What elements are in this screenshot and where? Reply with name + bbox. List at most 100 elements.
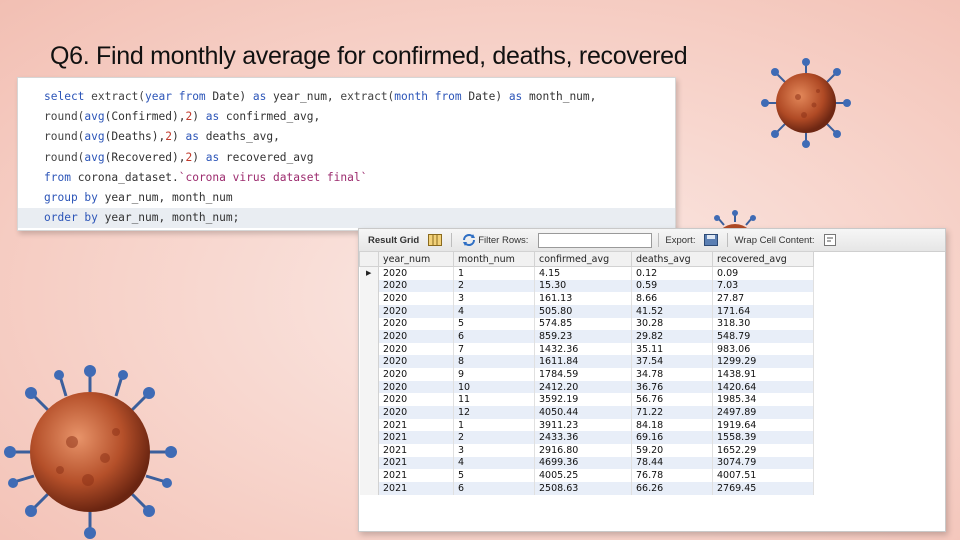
table-cell-month_num[interactable]: 5	[453, 317, 535, 331]
table-cell-deaths_avg[interactable]: 29.82	[631, 330, 713, 343]
table-cell-year_num[interactable]: 2020	[378, 292, 454, 305]
table-row[interactable]: 2020 8 1611.84 37.54 1299.29	[359, 355, 814, 369]
table-cell-recovered_avg[interactable]: 1438.91	[712, 368, 814, 381]
table-cell-deaths_avg[interactable]: 78.44	[631, 456, 713, 470]
table-cell-deaths_avg[interactable]: 41.52	[631, 304, 713, 318]
row-marker[interactable]	[359, 317, 379, 331]
wrap-icon[interactable]	[823, 234, 838, 246]
table-cell-deaths_avg[interactable]: 35.11	[631, 342, 713, 356]
sql-line-4[interactable]: round(avg(Recovered),2) as recovered_avg	[44, 148, 675, 168]
table-cell-deaths_avg[interactable]: 36.76	[631, 380, 713, 394]
table-cell-deaths_avg[interactable]: 66.26	[631, 481, 713, 495]
table-cell-confirmed_avg[interactable]: 2508.63	[534, 481, 632, 495]
sql-line-2[interactable]: round(avg(Confirmed),2) as confirmed_avg…	[44, 107, 675, 127]
row-marker[interactable]	[359, 279, 379, 293]
table-row[interactable]: 2021 2 2433.36 69.16 1558.39	[359, 431, 814, 444]
table-cell-deaths_avg[interactable]: 56.76	[631, 393, 713, 407]
table-cell-confirmed_avg[interactable]: 1432.36	[534, 342, 632, 356]
table-cell-month_num[interactable]: 2	[453, 431, 535, 444]
column-header[interactable]: year_num	[378, 251, 454, 267]
row-marker[interactable]	[359, 393, 379, 407]
table-cell-year_num[interactable]: 2020	[378, 266, 454, 280]
table-cell-recovered_avg[interactable]: 0.09	[712, 266, 814, 280]
table-cell-deaths_avg[interactable]: 76.78	[631, 469, 713, 482]
table-cell-recovered_avg[interactable]: 2769.45	[712, 481, 814, 495]
table-cell-month_num[interactable]: 3	[453, 292, 535, 305]
table-cell-month_num[interactable]: 4	[453, 456, 535, 470]
table-cell-month_num[interactable]: 2	[453, 279, 535, 293]
table-cell-confirmed_avg[interactable]: 3911.23	[534, 418, 632, 432]
table-row[interactable]: 2021 4 4699.36 78.44 3074.79	[359, 456, 814, 470]
table-cell-year_num[interactable]: 2021	[378, 418, 454, 432]
table-cell-deaths_avg[interactable]: 0.12	[631, 266, 713, 280]
column-header[interactable]: month_num	[453, 251, 535, 267]
table-row[interactable]: 2020 3 161.13 8.66 27.87	[359, 292, 814, 305]
row-marker[interactable]	[359, 304, 379, 318]
table-row[interactable]: 2021 1 3911.23 84.18 1919.64	[359, 418, 814, 432]
sql-line-1[interactable]: select extract(year from Date) as year_n…	[44, 87, 675, 107]
table-row[interactable]: 2020 7 1432.36 35.11 983.06	[359, 342, 814, 356]
table-cell-month_num[interactable]: 7	[453, 342, 535, 356]
table-row[interactable]: 2020 10 2412.20 36.76 1420.64	[359, 380, 814, 394]
table-cell-confirmed_avg[interactable]: 1784.59	[534, 368, 632, 381]
table-cell-confirmed_avg[interactable]: 505.80	[534, 304, 632, 318]
table-cell-confirmed_avg[interactable]: 859.23	[534, 330, 632, 343]
table-cell-confirmed_avg[interactable]: 4005.25	[534, 469, 632, 482]
column-header[interactable]: confirmed_avg	[534, 251, 632, 267]
table-cell-recovered_avg[interactable]: 4007.51	[712, 469, 814, 482]
row-marker[interactable]	[359, 330, 379, 343]
column-header[interactable]: recovered_avg	[712, 251, 814, 267]
table-cell-recovered_avg[interactable]: 171.64	[712, 304, 814, 318]
table-cell-year_num[interactable]: 2021	[378, 481, 454, 495]
export-icon[interactable]	[704, 234, 719, 246]
table-cell-recovered_avg[interactable]: 1420.64	[712, 380, 814, 394]
table-cell-month_num[interactable]: 6	[453, 330, 535, 343]
table-cell-month_num[interactable]: 10	[453, 380, 535, 394]
table-cell-year_num[interactable]: 2020	[378, 368, 454, 381]
table-cell-recovered_avg[interactable]: 548.79	[712, 330, 814, 343]
table-cell-year_num[interactable]: 2020	[378, 393, 454, 407]
table-cell-recovered_avg[interactable]: 1985.34	[712, 393, 814, 407]
row-marker[interactable]	[359, 380, 379, 394]
table-cell-recovered_avg[interactable]: 2497.89	[712, 406, 814, 419]
table-cell-deaths_avg[interactable]: 30.28	[631, 317, 713, 331]
row-pointer-icon[interactable]: ▶	[359, 266, 379, 280]
table-cell-deaths_avg[interactable]: 34.78	[631, 368, 713, 381]
table-cell-recovered_avg[interactable]: 1919.64	[712, 418, 814, 432]
table-cell-deaths_avg[interactable]: 8.66	[631, 292, 713, 305]
sql-line-7[interactable]: order by year_num, month_num;	[18, 208, 675, 229]
table-cell-year_num[interactable]: 2021	[378, 469, 454, 482]
row-marker[interactable]	[359, 431, 379, 444]
table-cell-recovered_avg[interactable]: 318.30	[712, 317, 814, 331]
sql-editor[interactable]: select extract(year from Date) as year_n…	[17, 77, 676, 231]
table-cell-month_num[interactable]: 11	[453, 393, 535, 407]
table-cell-year_num[interactable]: 2021	[378, 431, 454, 444]
row-marker[interactable]	[359, 443, 379, 457]
table-row[interactable]: 2020 11 3592.19 56.76 1985.34	[359, 393, 814, 407]
table-cell-deaths_avg[interactable]: 0.59	[631, 279, 713, 293]
row-marker[interactable]	[359, 481, 379, 495]
row-marker[interactable]	[359, 342, 379, 356]
table-cell-year_num[interactable]: 2020	[378, 406, 454, 419]
row-marker[interactable]	[359, 469, 379, 482]
sql-line-6[interactable]: group by year_num, month_num	[44, 188, 675, 208]
table-cell-confirmed_avg[interactable]: 3592.19	[534, 393, 632, 407]
row-marker[interactable]	[359, 456, 379, 470]
table-cell-recovered_avg[interactable]: 3074.79	[712, 456, 814, 470]
table-row[interactable]: 2020 9 1784.59 34.78 1438.91	[359, 368, 814, 381]
table-cell-deaths_avg[interactable]: 71.22	[631, 406, 713, 419]
table-cell-confirmed_avg[interactable]: 4050.44	[534, 406, 632, 419]
table-cell-confirmed_avg[interactable]: 2412.20	[534, 380, 632, 394]
table-cell-recovered_avg[interactable]: 27.87	[712, 292, 814, 305]
row-marker[interactable]	[359, 292, 379, 305]
table-cell-year_num[interactable]: 2020	[378, 317, 454, 331]
table-cell-deaths_avg[interactable]: 37.54	[631, 355, 713, 369]
table-cell-month_num[interactable]: 5	[453, 469, 535, 482]
table-cell-confirmed_avg[interactable]: 4699.36	[534, 456, 632, 470]
table-cell-month_num[interactable]: 1	[453, 266, 535, 280]
table-cell-month_num[interactable]: 1	[453, 418, 535, 432]
table-cell-recovered_avg[interactable]: 7.03	[712, 279, 814, 293]
table-cell-confirmed_avg[interactable]: 15.30	[534, 279, 632, 293]
table-cell-month_num[interactable]: 8	[453, 355, 535, 369]
table-row[interactable]: 2020 2 15.30 0.59 7.03	[359, 279, 814, 293]
